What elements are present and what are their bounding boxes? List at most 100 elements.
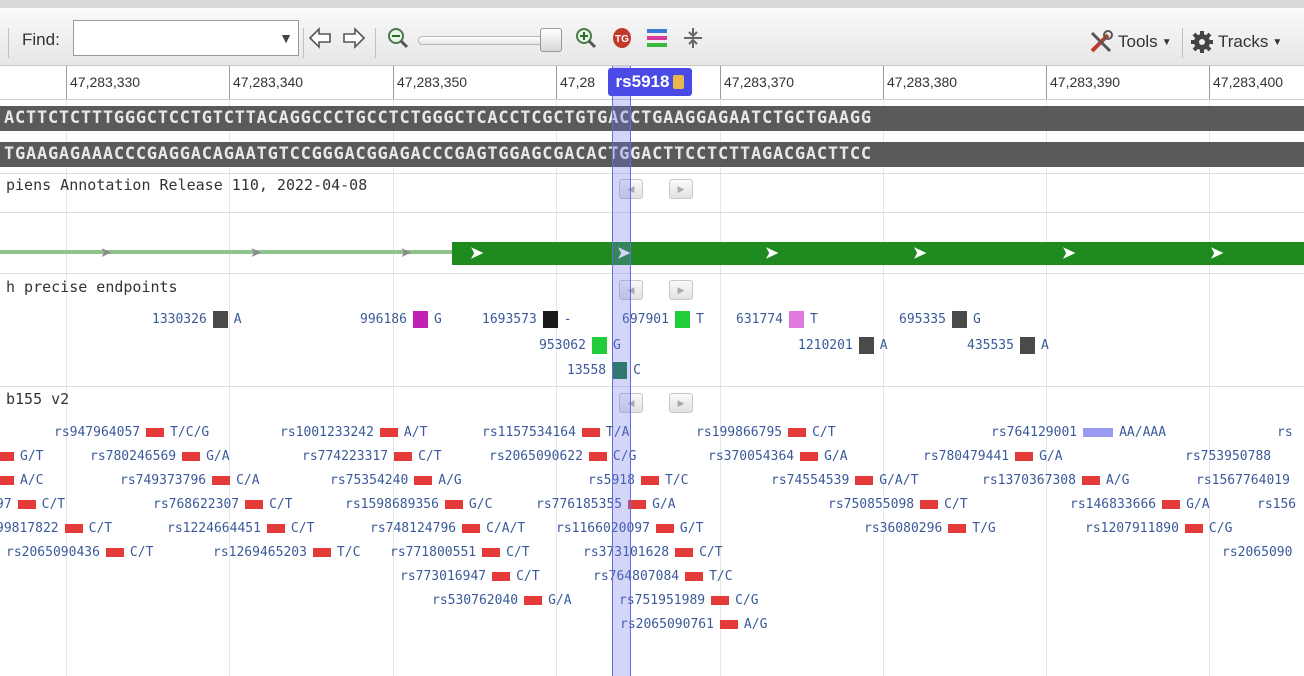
snp-allele: C/T <box>699 545 723 560</box>
clinvar-variant-id: 1210201 <box>798 338 853 353</box>
snp-variant[interactable]: rs74554539 G/A/T <box>771 473 918 488</box>
snp-id: rs771800551 <box>390 545 477 560</box>
snp-id: rs780246569 <box>90 449 177 464</box>
next-feature-button[interactable]: ▶ <box>669 280 693 300</box>
snp-id: rs764807084 <box>593 569 680 584</box>
gear-icon <box>1191 31 1213 53</box>
snp-variant[interactable]: rs774223317 C/T <box>302 449 442 464</box>
snp-marker-icon <box>524 596 543 605</box>
clinvar-variant[interactable]: 697901 T <box>622 311 704 328</box>
clinvar-track-title: h precise endpoints <box>6 278 178 296</box>
clinvar-variant[interactable]: 996186 G <box>360 311 442 328</box>
zoom-out-icon[interactable] <box>384 24 412 52</box>
clinvar-variant[interactable]: 435535 A <box>967 337 1049 354</box>
clinvar-variant[interactable]: 631774 T <box>736 311 818 328</box>
snp-allele: C/T <box>418 449 442 464</box>
snp-allele: C/T <box>506 545 530 560</box>
snp-variant[interactable]: rs780479441 G/A <box>923 449 1063 464</box>
snp-variant[interactable]: rs764129001 AA/AAA <box>991 425 1166 440</box>
ruler-tick-label: 47,283,390 <box>1050 74 1121 90</box>
snp-allele: G/A <box>206 449 230 464</box>
selected-snp-marker[interactable]: rs5918 <box>608 68 692 96</box>
grid-line <box>883 99 884 676</box>
snp-id: rs2065090622 <box>489 449 583 464</box>
snp-variant[interactable]: rs753950788 <box>1185 449 1271 464</box>
clinvar-variant[interactable]: 1330326 A <box>152 311 242 328</box>
snp-variant[interactable]: rs751951989 C/G <box>619 593 759 608</box>
snp-variant[interactable]: rs1224664451 C/T <box>167 521 314 536</box>
zoom-in-icon[interactable] <box>572 24 600 52</box>
snp-variant[interactable]: rs75354240 A/G <box>330 473 462 488</box>
tracks-menu-button[interactable]: Tracks ▼ <box>1190 28 1282 56</box>
clinvar-variant[interactable]: 1693573 - <box>482 311 572 328</box>
snp-allele: G/T <box>20 449 44 464</box>
snp-variant[interactable]: rs748124796 C/A/T <box>370 521 525 536</box>
snp-allele: G/A/T <box>879 473 919 488</box>
snp-variant[interactable]: rs156 <box>1257 497 1296 512</box>
snp-allele: G/C <box>468 497 493 512</box>
snp-variant[interactable]: rs146833666 G/A <box>1070 497 1210 512</box>
track-config-icon[interactable] <box>644 24 672 52</box>
snp-variant[interactable]: rs1157534164 T/A <box>482 425 629 440</box>
snp-id: rs947964057 <box>54 425 141 440</box>
snp-variant[interactable]: rs771800551 C/T <box>390 545 530 560</box>
snp-id: rs749373796 <box>120 473 207 488</box>
zoom-slider-track[interactable] <box>418 36 544 45</box>
toolbar-separator <box>303 28 304 58</box>
snp-variant[interactable]: G/T <box>0 449 43 464</box>
lock-icon[interactable] <box>673 75 685 89</box>
snp-variant[interactable]: rs5918 T/C <box>588 473 688 488</box>
snp-variant[interactable]: rs1567764019 <box>1196 473 1290 488</box>
snp-allele: C/T <box>269 497 293 512</box>
snp-variant[interactable]: rs1001233242 A/T <box>280 425 427 440</box>
strand-arrow-icon: ➤ <box>100 244 112 260</box>
tools-menu-button[interactable]: Tools ▼ <box>1088 28 1172 56</box>
snp-variant[interactable]: rs776185355 G/A <box>536 497 676 512</box>
clinvar-variant-allele: T <box>695 312 704 327</box>
snp-marker-icon <box>105 548 124 557</box>
clinvar-variant[interactable]: 695335 G <box>899 311 981 328</box>
snp-id: rs1598689356 <box>345 497 439 512</box>
snp-variant[interactable]: rs2065090761 A/G <box>620 617 767 632</box>
snp-marker-icon <box>266 524 285 533</box>
clinvar-variant[interactable]: 1210201 A <box>798 337 888 354</box>
snp-variant[interactable]: rs <box>1277 425 1293 440</box>
gene-exon-bar[interactable] <box>452 242 1304 265</box>
collapse-tracks-icon[interactable] <box>679 24 707 52</box>
snp-variant[interactable]: rs780246569 G/A <box>90 449 230 464</box>
snp-variant[interactable]: rs2065090436 C/T <box>6 545 153 560</box>
sequence-reverse-strand: TGAAGAGAAACCCGAGGACAGAATGTCCGGGACGGAGACC… <box>0 142 1304 167</box>
snp-variant[interactable]: rs750855098 C/T <box>828 497 968 512</box>
back-arrow-icon[interactable] <box>306 24 334 52</box>
snp-variant[interactable]: rs530762040 G/A <box>432 593 572 608</box>
snp-marker-icon <box>1081 476 1100 485</box>
snp-variant[interactable]: rs1207911890 C/G <box>1085 521 1232 536</box>
snp-variant[interactable]: rs1269465203 T/C <box>213 545 360 560</box>
snp-variant[interactable]: rs773016947 C/T <box>400 569 540 584</box>
next-feature-button[interactable]: ▶ <box>669 179 693 199</box>
forward-arrow-icon[interactable] <box>340 24 368 52</box>
snp-variant[interactable]: rs749373796 C/A <box>120 473 260 488</box>
snp-variant[interactable]: 97 C/T <box>0 497 65 512</box>
snp-allele: C/T <box>944 497 968 512</box>
sequence-view-icon[interactable]: TG <box>608 24 636 52</box>
zoom-slider-handle[interactable] <box>540 28 562 52</box>
snp-variant[interactable]: rs1598689356 G/C <box>345 497 492 512</box>
snp-variant[interactable]: rs1370367308 A/G <box>982 473 1129 488</box>
snp-variant[interactable]: rs947964057 T/C/G <box>54 425 209 440</box>
snp-variant[interactable]: rs36080296 T/G <box>864 521 996 536</box>
next-feature-button[interactable]: ▶ <box>669 393 693 413</box>
snp-variant[interactable]: 99817822 C/T <box>0 521 112 536</box>
gene-intron-line[interactable] <box>0 250 452 254</box>
snp-variant[interactable]: rs2065090 <box>1222 545 1292 560</box>
snp-variant[interactable]: A/C <box>0 473 43 488</box>
find-input[interactable] <box>73 20 299 56</box>
snp-variant[interactable]: rs199866795 C/T <box>696 425 836 440</box>
clinvar-variant-id: 695335 <box>899 312 946 327</box>
find-dropdown-button[interactable]: ▼ <box>274 21 298 55</box>
snp-variant[interactable]: rs768622307 C/T <box>153 497 293 512</box>
clinvar-variant[interactable]: 953062 G <box>539 337 621 354</box>
snp-id: rs768622307 <box>153 497 240 512</box>
snp-variant[interactable]: rs370054364 G/A <box>708 449 848 464</box>
snp-variant[interactable]: rs373101628 C/T <box>583 545 723 560</box>
